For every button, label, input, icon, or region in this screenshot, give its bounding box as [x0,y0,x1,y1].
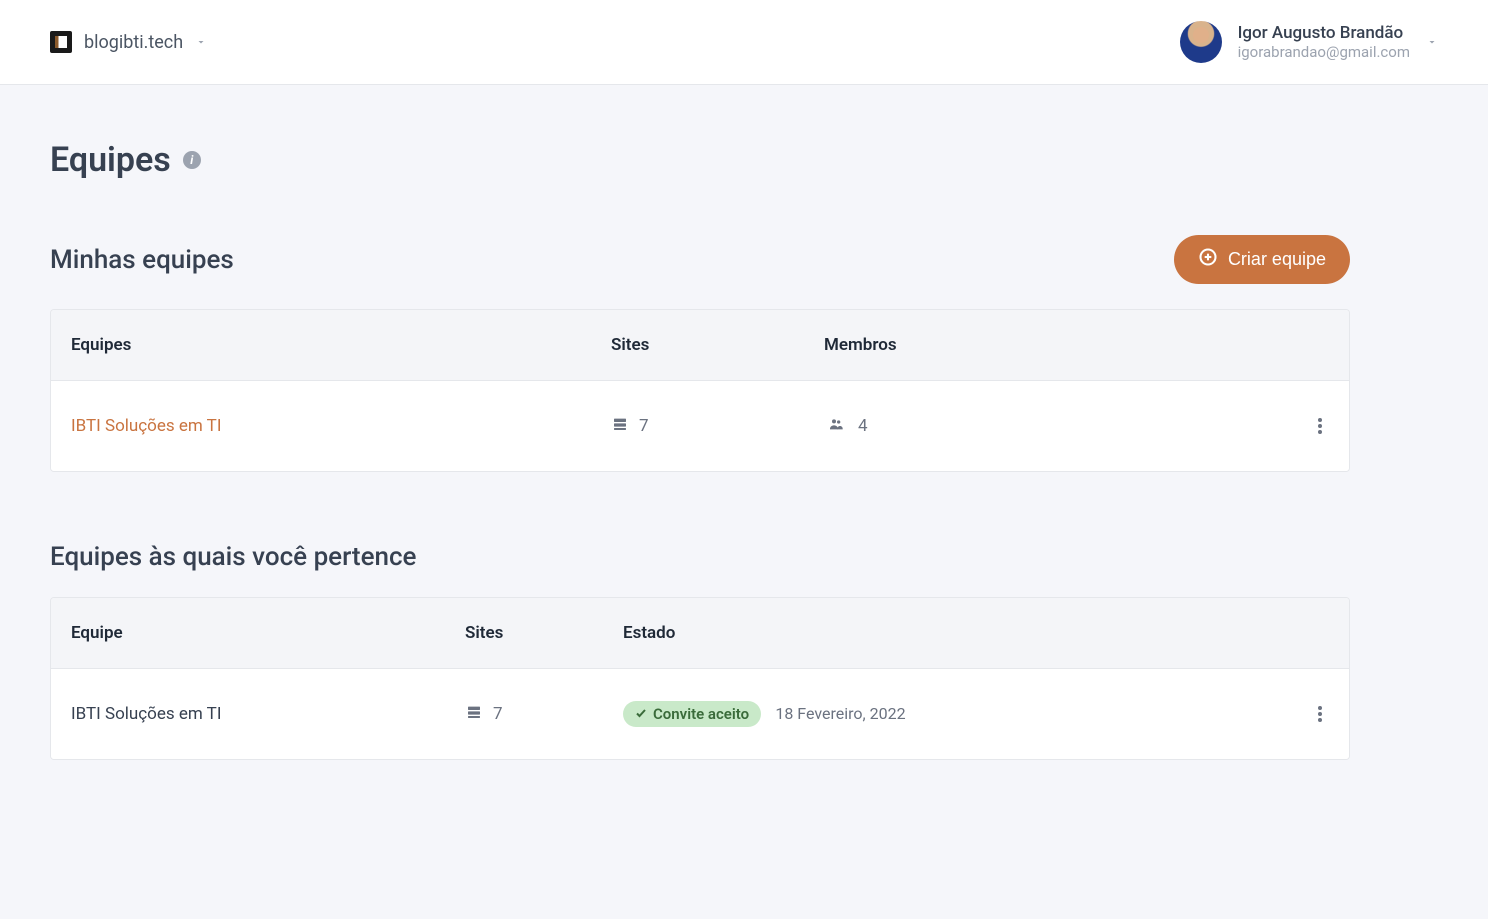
team-link[interactable]: IBTI Soluções em TI [71,416,221,436]
chevron-down-icon [1426,33,1438,52]
table-row: IBTI Soluções em TI 7 [51,669,1349,759]
section-member-teams-title: Equipes às quais você pertence [50,542,1350,572]
table-header: Equipes Sites Membros [51,310,1349,381]
plus-circle-icon [1198,247,1218,272]
topbar: blogibti.tech Igor Augusto Brandão igora… [0,0,1488,85]
page-title-text: Equipes [50,140,171,180]
avatar [1180,21,1222,63]
col-team: Equipe [71,623,465,643]
page-title: Equipes i [50,140,1350,180]
server-icon [611,416,629,437]
my-teams-table: Equipes Sites Membros IBTI Soluções em T… [50,309,1350,472]
server-icon [465,704,483,725]
table-row: IBTI Soluções em TI 7 [51,381,1349,471]
check-icon [635,705,647,723]
info-icon[interactable]: i [183,151,201,169]
sites-count: 7 [493,704,503,724]
user-info: Igor Augusto Brandão igorabrandao@gmail.… [1238,23,1410,61]
site-name: blogibti.tech [84,32,183,53]
user-email: igorabrandao@gmail.com [1238,43,1410,61]
status-badge: Convite aceito [623,701,761,727]
create-team-label: Criar equipe [1228,249,1326,270]
member-teams-table: Equipe Sites Estado IBTI Soluções em TI … [50,597,1350,760]
col-sites: Sites [465,623,623,643]
col-members: Membros [824,335,1269,355]
table-header: Equipe Sites Estado [51,598,1349,669]
section-my-teams-header: Minhas equipes Criar equipe [50,235,1350,284]
col-status: Estado [623,623,1269,643]
site-selector[interactable]: blogibti.tech [50,31,207,53]
content: Equipes i Minhas equipes Criar equipe Eq… [0,85,1400,815]
site-logo-icon [50,31,72,53]
user-name: Igor Augusto Brandão [1238,23,1410,43]
members-count: 4 [858,416,868,436]
sites-count: 7 [639,416,649,436]
team-name: IBTI Soluções em TI [71,704,221,724]
status-label: Convite aceito [653,705,749,723]
section-my-teams-title: Minhas equipes [50,245,234,275]
col-sites: Sites [611,335,824,355]
status-date: 18 Fevereiro, 2022 [775,704,905,723]
row-menu-button[interactable] [1311,411,1329,441]
create-team-button[interactable]: Criar equipe [1174,235,1350,284]
user-menu[interactable]: Igor Augusto Brandão igorabrandao@gmail.… [1180,21,1438,63]
users-icon [824,416,848,437]
col-team: Equipes [71,335,611,355]
row-menu-button[interactable] [1311,699,1329,729]
chevron-down-icon [195,33,207,52]
